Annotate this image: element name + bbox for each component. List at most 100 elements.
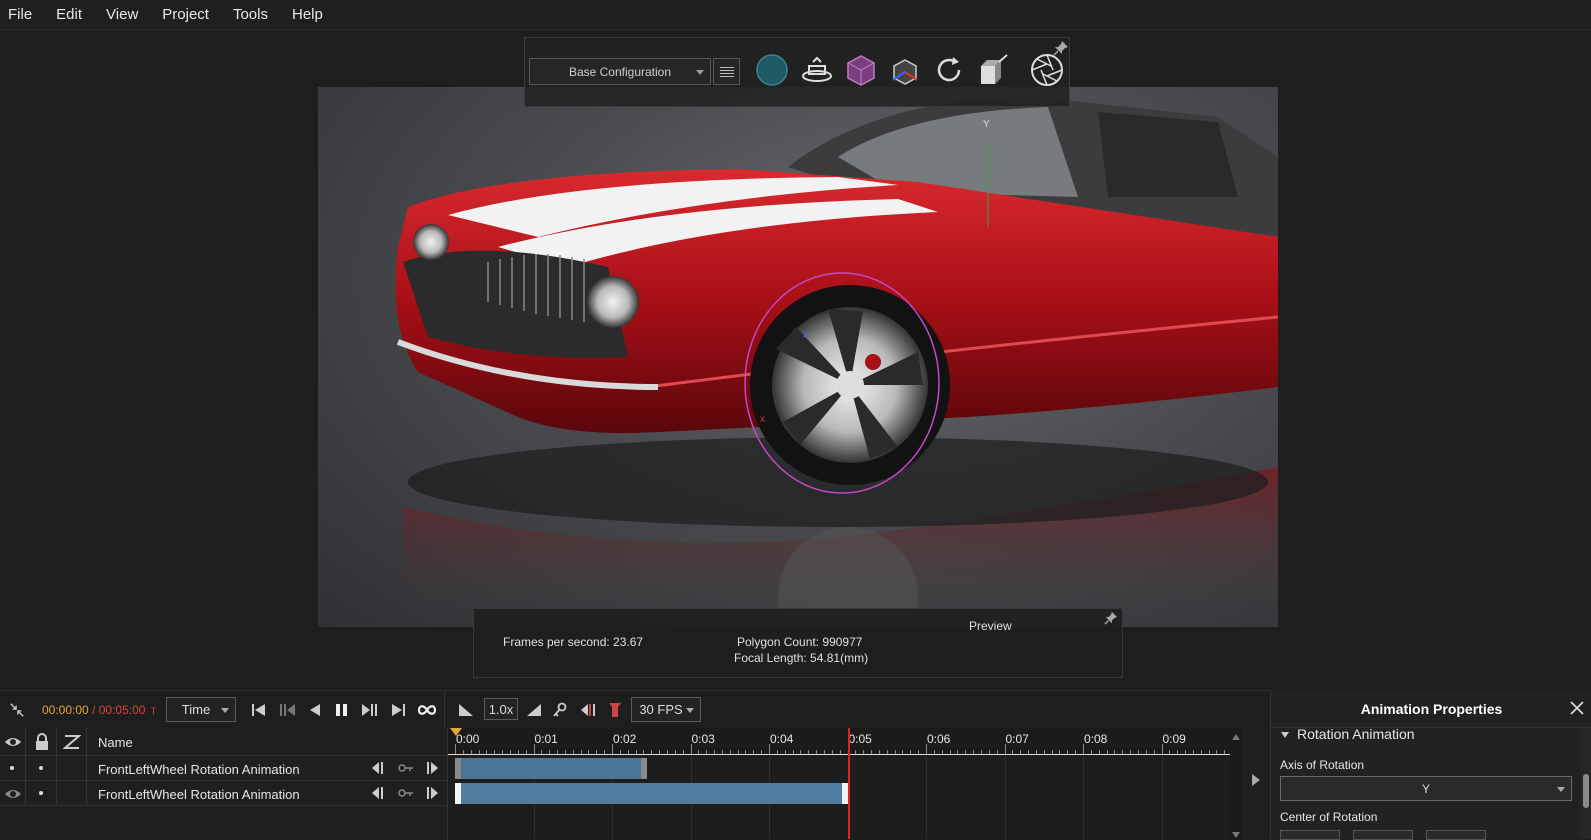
scroll-down-icon[interactable] xyxy=(1232,832,1240,838)
configuration-select-value: Base Configuration xyxy=(568,64,672,79)
ruler-tick xyxy=(541,750,543,754)
track-row[interactable]: FrontLeftWheel Rotation Animation xyxy=(0,781,448,806)
animation-clip[interactable] xyxy=(455,783,848,804)
ruler-tick xyxy=(941,750,943,754)
panel-splitter[interactable] xyxy=(1242,728,1270,839)
ruler-tick xyxy=(753,750,755,754)
scroll-up-icon[interactable] xyxy=(1232,734,1240,740)
focal-length-stat: Focal Length: 54.81(mm) xyxy=(734,651,869,665)
render-viewport[interactable]: Y x z xyxy=(318,87,1278,627)
ruler-tick xyxy=(588,750,590,754)
skip-to-start-icon[interactable] xyxy=(250,702,268,718)
menu-help[interactable]: Help xyxy=(280,6,335,23)
key-icon[interactable] xyxy=(398,787,414,799)
expand-right-icon[interactable] xyxy=(1252,774,1260,786)
fps-stat: Frames per second: 23.67 xyxy=(503,635,644,649)
pin-icon[interactable] xyxy=(1104,611,1118,625)
clip-start-handle[interactable] xyxy=(455,758,461,779)
ruler-tick xyxy=(635,750,637,754)
menu-view[interactable]: View xyxy=(94,6,150,23)
ruler-tick xyxy=(1035,750,1037,754)
timeline-track-area[interactable]: 0:00 0:01 0:02 0:03 0:04 0:05 0:06 0:07 0:08 0:09 xyxy=(448,728,1242,839)
scene-cube-icon[interactable] xyxy=(887,52,923,88)
prev-keyframe-icon[interactable] xyxy=(370,786,384,800)
play-reverse-icon[interactable] xyxy=(306,702,324,718)
ruler-tick xyxy=(690,744,692,754)
visibility-dot[interactable] xyxy=(10,766,14,770)
timeline-scrollbar[interactable] xyxy=(1230,728,1242,839)
lock-icon[interactable] xyxy=(34,733,50,751)
lock-dot[interactable] xyxy=(39,766,43,770)
menu-edit[interactable]: Edit xyxy=(44,6,94,23)
time-mode-select[interactable]: Time xyxy=(166,697,236,722)
menu-project[interactable]: Project xyxy=(150,6,221,23)
turntable-icon[interactable] xyxy=(799,52,835,88)
scrollbar-thumb[interactable] xyxy=(1583,774,1589,808)
loop-infinity-icon[interactable] xyxy=(416,702,438,718)
skip-to-end-icon[interactable] xyxy=(389,702,407,718)
speed-select[interactable]: 1.0x xyxy=(484,698,518,720)
camera-view-icon[interactable] xyxy=(975,52,1011,88)
fps-select[interactable]: 30 FPS xyxy=(631,697,701,722)
ease-out-icon[interactable] xyxy=(525,702,543,718)
visibility-eye-icon[interactable] xyxy=(4,735,22,749)
rotation-animation-section[interactable]: Rotation Animation xyxy=(1281,726,1415,742)
ruler-tick xyxy=(808,750,810,754)
axis-of-rotation-select[interactable]: Y xyxy=(1280,776,1572,801)
ruler-tick xyxy=(784,750,786,754)
time-ruler[interactable]: 0:00 0:01 0:02 0:03 0:04 0:05 0:06 0:07 0:08 0:09 xyxy=(448,728,1242,755)
ruler-tick xyxy=(996,750,998,754)
ruler-tick xyxy=(714,750,716,754)
step-forward-icon[interactable] xyxy=(361,702,379,718)
configuration-list-button[interactable] xyxy=(713,58,740,85)
ease-curve-icon[interactable] xyxy=(63,733,81,751)
next-keyframe-icon[interactable] xyxy=(426,761,440,775)
key-icon[interactable] xyxy=(398,762,414,774)
ruler-tick xyxy=(1043,750,1045,754)
axis-x-label: x xyxy=(760,414,765,425)
collapse-arrows-icon[interactable] xyxy=(8,702,26,718)
ruler-label: 0:06 xyxy=(927,732,951,746)
pause-icon[interactable] xyxy=(333,702,351,718)
rotate-refresh-icon[interactable] xyxy=(931,52,967,88)
track-row[interactable]: FrontLeftWheel Rotation Animation xyxy=(0,756,448,781)
start-marker[interactable] xyxy=(450,728,462,736)
pin-icon[interactable] xyxy=(1053,40,1069,56)
ruler-tick xyxy=(682,750,684,754)
playhead[interactable] xyxy=(847,728,850,839)
ruler-label: 0:03 xyxy=(691,732,715,746)
aperture-icon[interactable] xyxy=(1029,52,1065,88)
ruler-tick xyxy=(1130,750,1132,754)
jump-to-keyframe-icon[interactable] xyxy=(579,702,597,718)
ruler-label: 0:04 xyxy=(770,732,794,746)
ease-in-icon[interactable] xyxy=(457,702,475,718)
environment-sphere-icon[interactable] xyxy=(754,52,790,88)
trim-marker-icon[interactable] xyxy=(606,702,624,718)
menu-file[interactable]: File xyxy=(0,6,44,23)
ruler-tick xyxy=(517,750,519,754)
clip-end-handle[interactable] xyxy=(641,758,648,779)
ruler-tick xyxy=(706,750,708,754)
visibility-eye-icon[interactable] xyxy=(4,787,22,801)
ruler-tick xyxy=(572,750,574,754)
prev-keyframe-icon[interactable] xyxy=(370,761,384,775)
next-keyframe-icon[interactable] xyxy=(426,786,440,800)
clip-start-handle[interactable] xyxy=(455,783,461,804)
ruler-label: 0:07 xyxy=(1005,732,1029,746)
timeline-gridline xyxy=(1161,755,1163,839)
center-of-rotation-label: Center of Rotation xyxy=(1280,810,1378,824)
ruler-tick xyxy=(470,750,472,754)
lock-dot[interactable] xyxy=(39,791,43,795)
ruler-tick xyxy=(761,750,763,754)
properties-scrollbar[interactable] xyxy=(1581,728,1591,839)
menu-tools[interactable]: Tools xyxy=(221,6,280,23)
configuration-select[interactable]: Base Configuration xyxy=(529,58,711,85)
keyframe-key-icon[interactable] xyxy=(551,702,569,718)
close-icon[interactable] xyxy=(1569,700,1585,716)
step-back-icon[interactable] xyxy=(278,702,296,718)
ruler-tick xyxy=(564,750,566,754)
ruler-tick xyxy=(745,750,747,754)
animation-clip[interactable] xyxy=(455,758,648,779)
ruler-tick xyxy=(878,750,880,754)
material-cube-icon[interactable] xyxy=(843,52,879,88)
